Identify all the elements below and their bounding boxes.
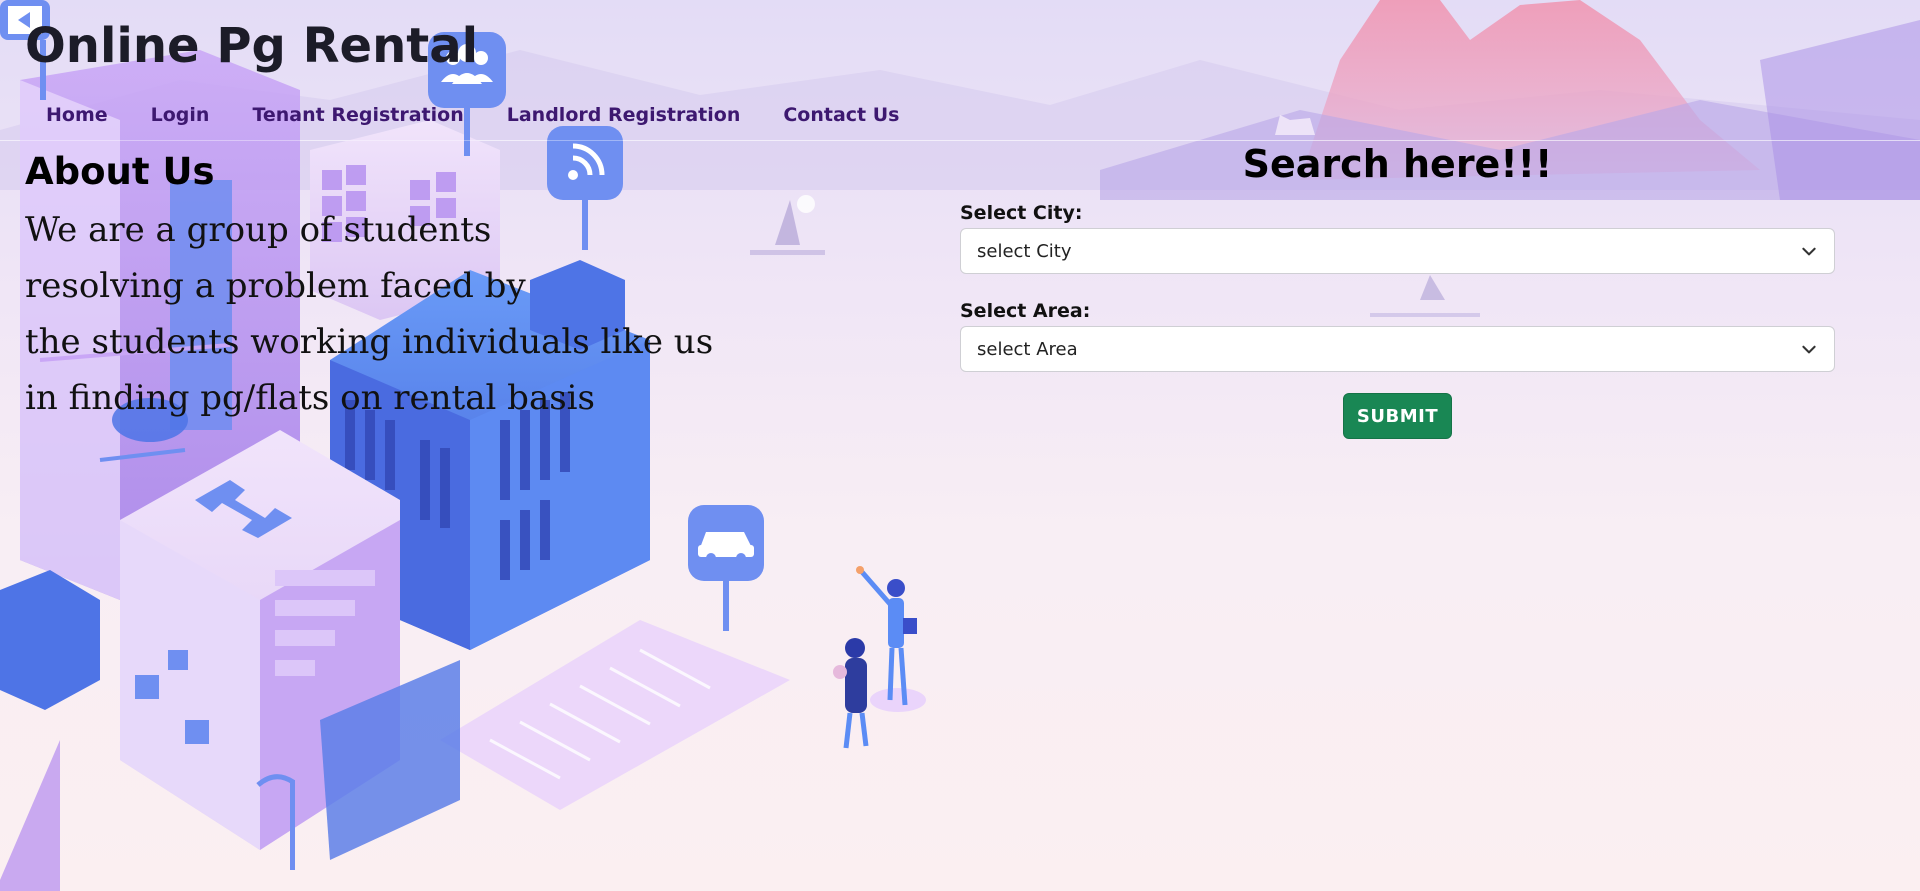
nav-divider bbox=[0, 140, 1920, 141]
area-label: Select Area: bbox=[960, 300, 1091, 322]
nav-home[interactable]: Home bbox=[46, 104, 108, 126]
submit-button[interactable]: SUBMIT bbox=[1343, 393, 1452, 439]
about-title: About Us bbox=[25, 150, 215, 193]
nav-tenant-registration[interactable]: Tenant Registration bbox=[252, 104, 463, 126]
chevron-down-icon bbox=[1802, 345, 1816, 354]
nav-contact-us[interactable]: Contact Us bbox=[783, 104, 899, 126]
about-line: resolving a problem faced by bbox=[25, 266, 526, 306]
city-label: Select City: bbox=[960, 202, 1083, 224]
nav-landlord-registration[interactable]: Landlord Registration bbox=[507, 104, 741, 126]
city-select[interactable]: select City bbox=[960, 228, 1835, 274]
area-select[interactable]: select Area bbox=[960, 326, 1835, 372]
search-title: Search here!!! bbox=[1242, 142, 1553, 186]
about-line: the students working individuals like us bbox=[25, 322, 714, 362]
area-select-value: select Area bbox=[977, 339, 1078, 360]
nav-login[interactable]: Login bbox=[151, 104, 210, 126]
page-content: Online Pg Rental Home Login Tenant Regis… bbox=[0, 0, 1920, 891]
about-line: in finding pg/flats on rental basis bbox=[25, 378, 595, 418]
main-nav: Home Login Tenant Registration Landlord … bbox=[46, 104, 942, 126]
about-text: We are a group of students resolving a p… bbox=[25, 202, 714, 426]
about-line: We are a group of students bbox=[25, 210, 492, 250]
site-title: Online Pg Rental bbox=[25, 18, 479, 74]
city-select-value: select City bbox=[977, 241, 1072, 262]
chevron-down-icon bbox=[1802, 247, 1816, 256]
